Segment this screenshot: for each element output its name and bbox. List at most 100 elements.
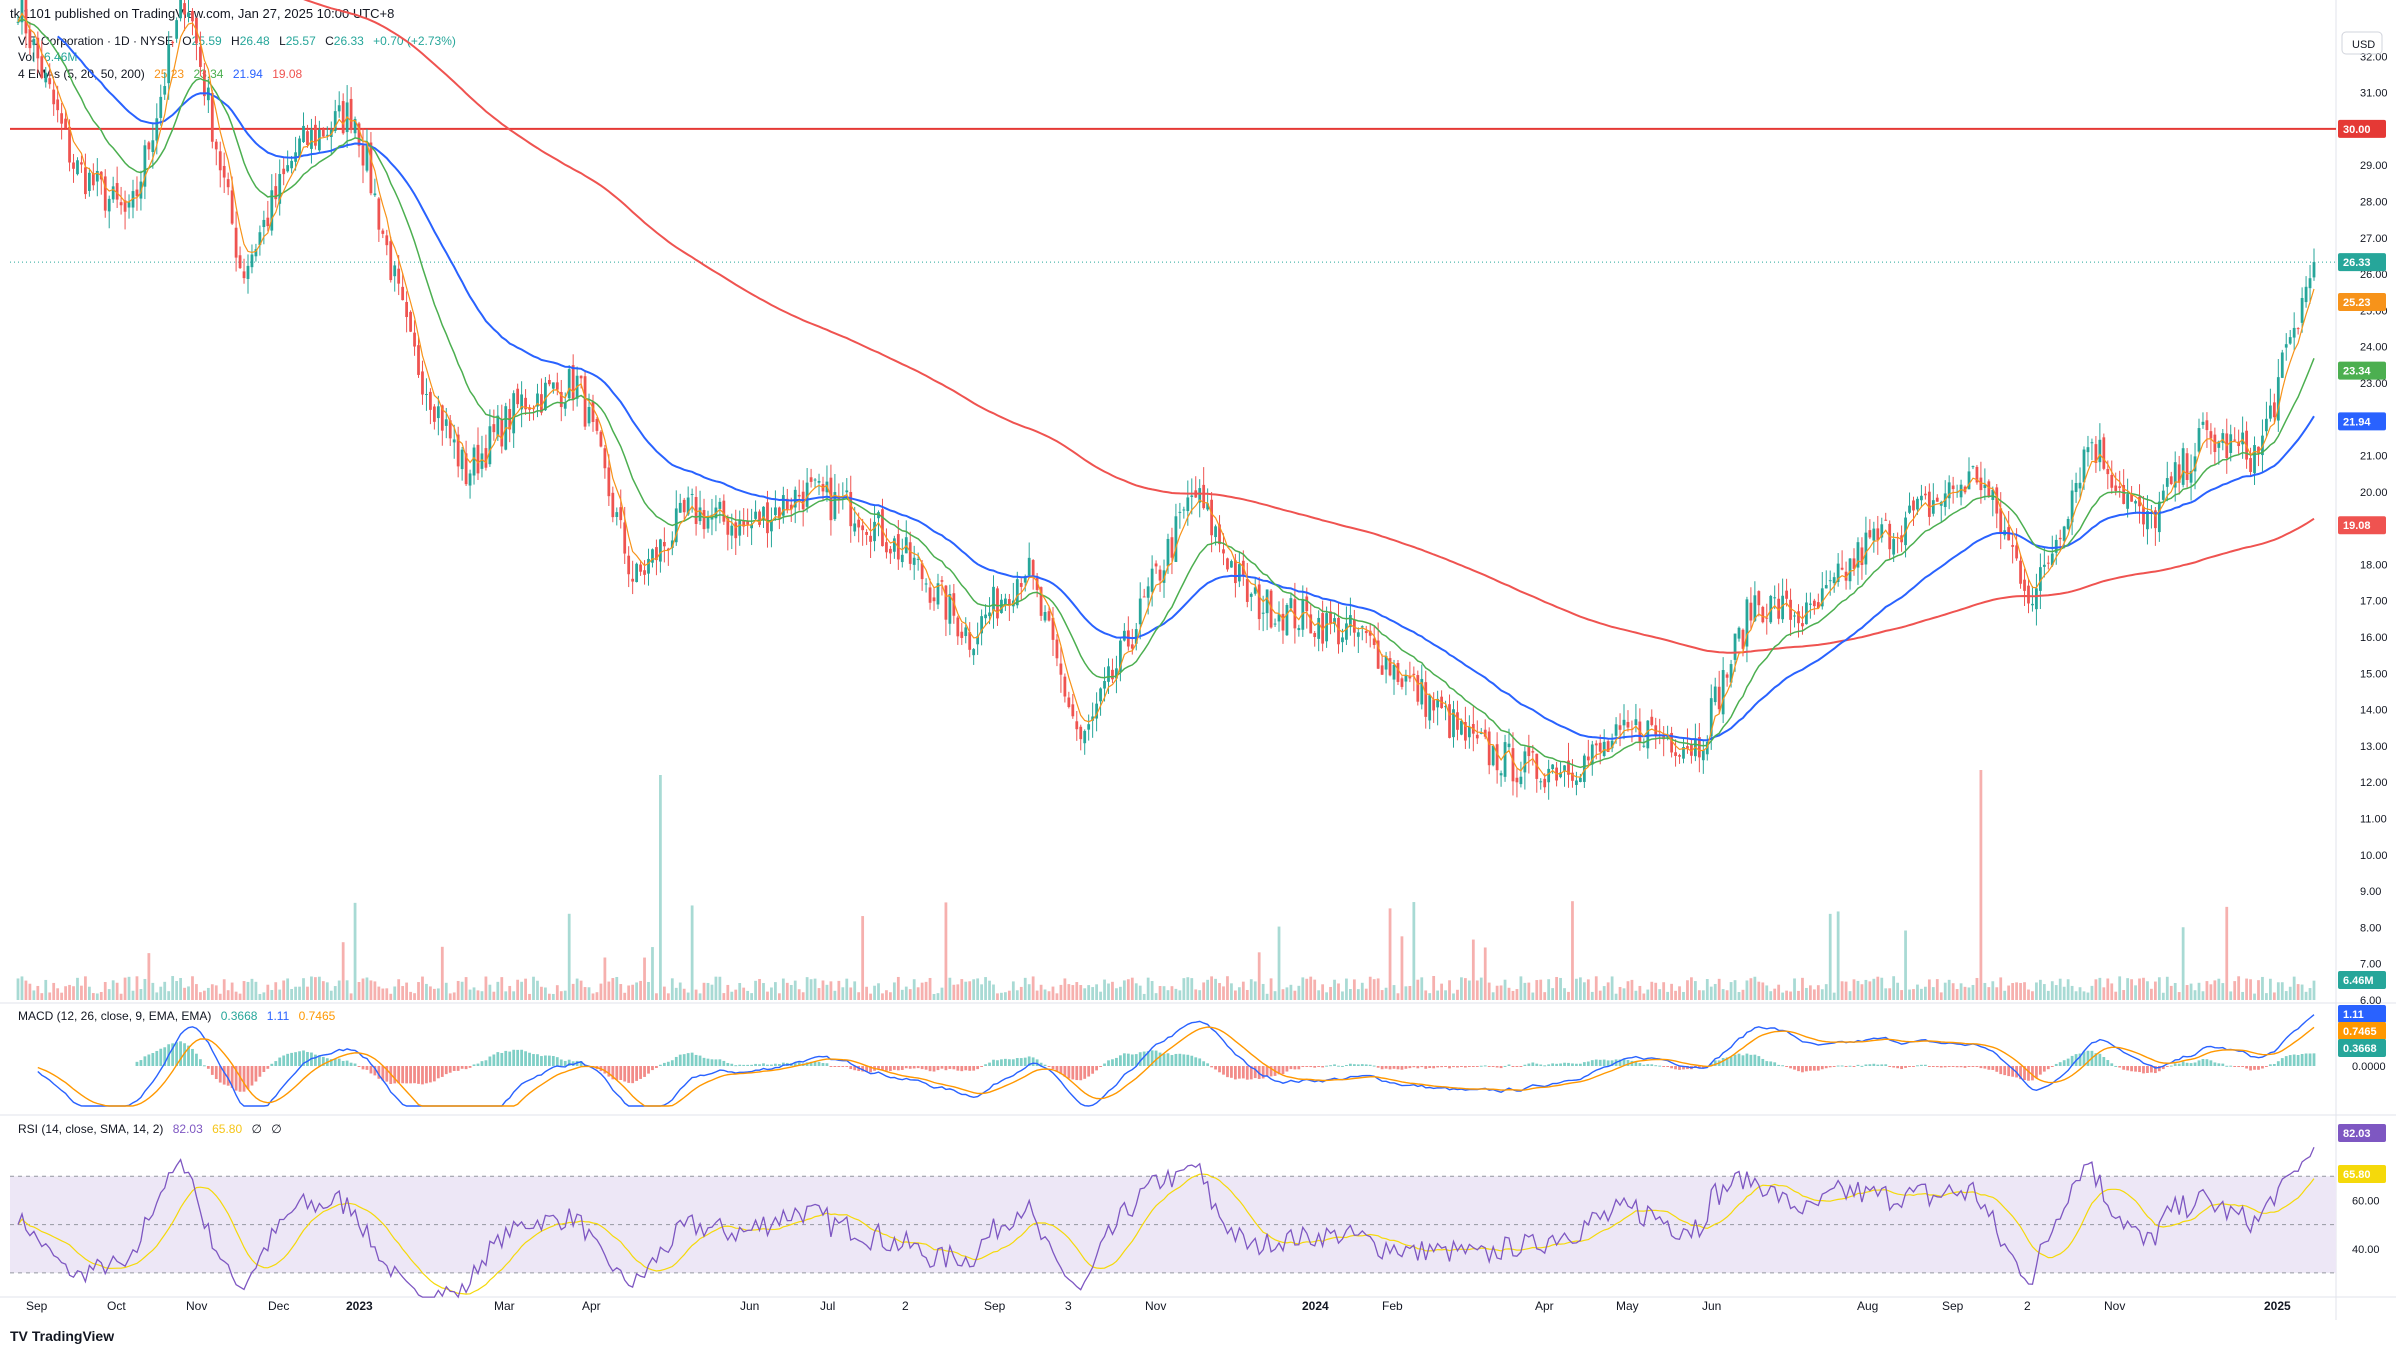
volume-bar bbox=[1797, 990, 1800, 1000]
volume-bar bbox=[199, 992, 202, 1000]
volume-bar bbox=[80, 985, 83, 1000]
chart-canvas[interactable]: 32.0031.0029.0028.0027.0026.0025.0024.00… bbox=[0, 0, 2396, 1350]
macd-histogram-bar bbox=[2225, 1065, 2229, 1067]
volume-bar bbox=[619, 984, 623, 1000]
time-tick-label: Jun bbox=[740, 1299, 759, 1313]
macd-histogram-bar bbox=[920, 1066, 924, 1070]
candle-body bbox=[488, 426, 492, 465]
volume-bar bbox=[2066, 979, 2070, 1000]
candle-body bbox=[393, 265, 397, 277]
volume-bar bbox=[1816, 985, 1820, 1000]
volume-bar bbox=[781, 978, 785, 1000]
candle-body bbox=[1075, 721, 1079, 730]
volume-bar bbox=[924, 981, 928, 1000]
macd-histogram-bar bbox=[1000, 1059, 1003, 1066]
candle-body bbox=[421, 371, 424, 395]
macd-histogram-bar bbox=[892, 1066, 896, 1070]
volume-bar bbox=[1059, 984, 1063, 1000]
volume-bar bbox=[1352, 979, 1356, 1000]
price-tick-label: 10.00 bbox=[2360, 850, 2388, 862]
tradingview-footer[interactable]: TV TradingView bbox=[10, 1328, 114, 1344]
volume-bar bbox=[1499, 985, 1503, 1000]
candle-body bbox=[60, 113, 64, 124]
macd-histogram-bar bbox=[357, 1066, 361, 1067]
macd-histogram-bar bbox=[1753, 1054, 1757, 1066]
candle-body bbox=[996, 588, 999, 619]
volume-bar bbox=[1729, 982, 1733, 1000]
volume-bar bbox=[1095, 984, 1098, 1000]
volume-bar bbox=[1995, 987, 1999, 1000]
candle-body bbox=[2118, 486, 2122, 489]
candle-body bbox=[2078, 482, 2082, 489]
macd-histogram-bar bbox=[488, 1056, 492, 1066]
macd-histogram-bar bbox=[484, 1060, 488, 1066]
macd-histogram-bar bbox=[615, 1066, 619, 1080]
macd-histogram-bar bbox=[1178, 1053, 1182, 1066]
volume-bar bbox=[1043, 989, 1047, 1000]
candle-body bbox=[1765, 617, 1769, 619]
volume-bar bbox=[1567, 991, 1570, 1000]
time-tick-label: Feb bbox=[1382, 1299, 1403, 1313]
volume-bar bbox=[2146, 981, 2149, 1000]
candle-body bbox=[175, 20, 179, 39]
volume-bar bbox=[881, 993, 884, 1000]
candle-body bbox=[591, 401, 595, 422]
macd-histogram-bar bbox=[750, 1064, 753, 1066]
macd-histogram-bar bbox=[250, 1066, 254, 1086]
candle-body bbox=[230, 190, 234, 224]
macd-histogram-bar bbox=[1594, 1059, 1598, 1066]
macd-histogram-bar bbox=[2114, 1065, 2118, 1067]
candle-body bbox=[1138, 598, 1142, 625]
macd-histogram-bar bbox=[932, 1066, 936, 1072]
macd-histogram-bar bbox=[1820, 1066, 1824, 1070]
candle-body bbox=[2086, 447, 2090, 453]
volume-bar bbox=[2249, 979, 2252, 1000]
macd-histogram-bar bbox=[298, 1051, 301, 1066]
volume-bar bbox=[1701, 990, 1705, 1000]
volume-bar bbox=[2114, 991, 2118, 1000]
macd-histogram-bar bbox=[353, 1063, 357, 1066]
candle-body bbox=[1594, 743, 1598, 746]
volume-bar bbox=[452, 992, 456, 1000]
volume-bar bbox=[60, 992, 64, 1000]
volume-bar bbox=[464, 977, 468, 1000]
macd-histogram-bar bbox=[849, 1066, 853, 1070]
macd-histogram-bar bbox=[2007, 1066, 2011, 1077]
volume-bar bbox=[1697, 990, 1701, 1000]
macd-histogram-bar bbox=[1749, 1054, 1753, 1066]
volume-bar bbox=[984, 977, 987, 1000]
time-tick-label: Apr bbox=[582, 1299, 601, 1313]
candle-body bbox=[1325, 613, 1328, 642]
volume-bar bbox=[2050, 981, 2054, 1000]
macd-histogram-bar bbox=[1527, 1063, 1531, 1066]
volume-bar bbox=[575, 978, 579, 1000]
macd-histogram-bar bbox=[908, 1066, 912, 1069]
macd-histogram-bar bbox=[151, 1053, 155, 1066]
volume-bar bbox=[1103, 979, 1106, 1000]
macd-histogram-bar bbox=[1559, 1063, 1562, 1066]
volume-bar bbox=[563, 990, 567, 1000]
volume-bar bbox=[948, 977, 952, 1000]
volume-bar bbox=[369, 980, 373, 1000]
macd-histogram-bar bbox=[528, 1052, 531, 1066]
candle-body bbox=[1971, 466, 1975, 468]
volume-bar bbox=[2241, 991, 2245, 1000]
macd-histogram-bar bbox=[1004, 1058, 1007, 1066]
volume-bar bbox=[1115, 988, 1118, 1000]
candle-body bbox=[603, 448, 607, 469]
macd-histogram-bar bbox=[1955, 1066, 1959, 1068]
macd-histogram-bar bbox=[631, 1066, 635, 1084]
volume-bar bbox=[710, 984, 714, 1000]
volume-bar bbox=[2142, 977, 2145, 1000]
macd-histogram-bar bbox=[210, 1066, 214, 1075]
volume-bar bbox=[559, 991, 563, 1000]
volume-bar bbox=[662, 986, 666, 1000]
candle-body bbox=[171, 41, 175, 44]
macd-histogram-bar bbox=[1499, 1066, 1503, 1069]
candle-body bbox=[1539, 781, 1543, 783]
candle-body bbox=[349, 98, 353, 130]
volume-bar bbox=[718, 976, 722, 1000]
candle-body bbox=[607, 467, 611, 497]
macd-histogram-bar bbox=[1071, 1066, 1075, 1080]
macd-histogram-bar bbox=[1896, 1066, 1900, 1069]
